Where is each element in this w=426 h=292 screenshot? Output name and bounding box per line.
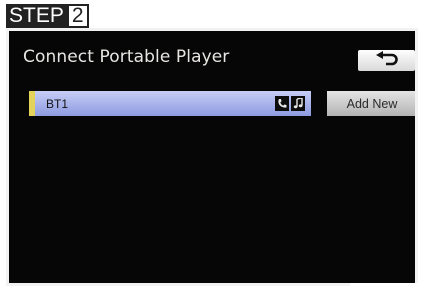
step-number: 2: [66, 4, 89, 28]
phone-icon: [275, 96, 289, 111]
display-screen: Connect Portable Player BT1 Add New: [6, 28, 418, 286]
device-row-bt1[interactable]: BT1: [29, 91, 311, 116]
add-new-button[interactable]: Add New: [327, 91, 415, 116]
music-note-icon: [291, 96, 305, 111]
step-label: STEP 2: [6, 4, 89, 28]
step-word: STEP: [6, 4, 67, 28]
return-arrow-icon: [374, 50, 400, 71]
device-name: BT1: [46, 96, 69, 111]
screen-corner-tab: [350, 283, 418, 292]
back-button[interactable]: [358, 50, 415, 71]
selection-marker: [29, 91, 35, 116]
screen-title: Connect Portable Player: [23, 47, 230, 67]
